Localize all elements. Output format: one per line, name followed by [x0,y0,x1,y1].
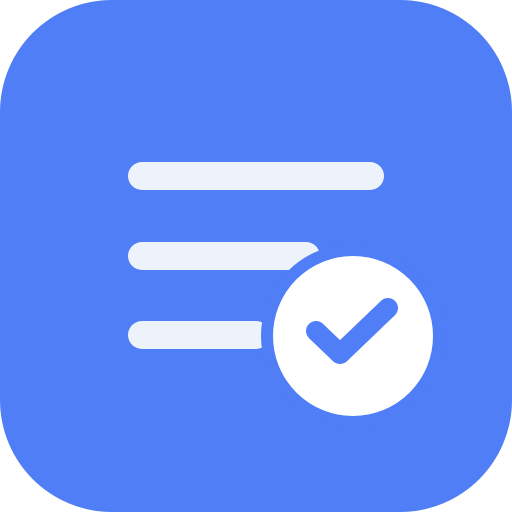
task-list-checked-icon [0,0,512,512]
app-icon [0,0,512,512]
